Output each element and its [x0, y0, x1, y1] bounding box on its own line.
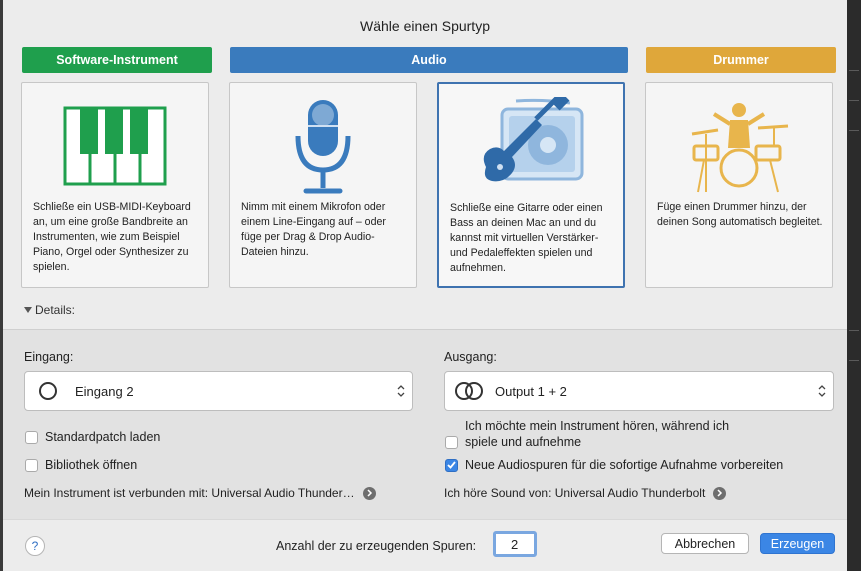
input-mono-icon — [39, 382, 57, 400]
checkbox-box[interactable] — [445, 435, 458, 449]
card-description: Schließe ein USB-MIDI-Keyboard an, um ei… — [33, 201, 191, 273]
monitoring-checkbox[interactable]: spiele und aufnehme — [445, 435, 581, 449]
card-description: Füge einen Drummer hinzu, der deinen Son… — [657, 201, 823, 228]
input-select[interactable]: Eingang 2 — [24, 371, 413, 411]
sound-from-label: Ich höre Sound von: Universal Audio Thun… — [444, 486, 706, 500]
new-track-dialog: Wähle einen Spurtyp Software-Instrument … — [3, 0, 847, 571]
checkbox-box[interactable] — [25, 458, 38, 472]
standard-patch-checkbox[interactable]: Standardpatch laden — [25, 430, 160, 444]
track-card-software-instrument[interactable]: Schließe ein USB-MIDI-Keyboard an, um ei… — [21, 82, 209, 288]
card-description: Schließe eine Gitarre oder einen Bass an… — [450, 202, 603, 274]
open-library-label: Bibliothek öffnen — [45, 458, 138, 472]
output-value: Output 1 + 2 — [495, 383, 567, 399]
input-connection-info[interactable]: Mein Instrument ist verbunden mit: Unive… — [24, 486, 376, 500]
dialog-title: Wähle einen Spurtyp — [360, 18, 490, 34]
guitar-amp-icon — [439, 92, 623, 202]
monitoring-label-line1: Ich möchte mein Instrument hören, währen… — [465, 419, 730, 433]
create-button[interactable]: Erzeugen — [760, 533, 835, 554]
output-select[interactable]: Output 1 + 2 — [444, 371, 834, 411]
monitoring-label-line2: spiele und aufnehme — [465, 435, 582, 449]
input-value: Eingang 2 — [75, 383, 134, 399]
background-window-edge — [847, 0, 861, 571]
checkbox-box[interactable] — [25, 430, 38, 444]
piano-keys-icon — [22, 91, 208, 201]
chevron-updown-icon — [817, 383, 827, 399]
dialog-footer: ? Anzahl der zu erzeugenden Spuren: 2 Ab… — [3, 519, 847, 571]
details-label: Details: — [35, 303, 76, 317]
record-enable-checkbox[interactable]: Neue Audiospuren für die sofortige Aufna… — [445, 458, 783, 472]
help-button[interactable]: ? — [25, 536, 45, 556]
track-card-guitar-bass[interactable]: Schließe eine Gitarre oder einen Bass an… — [437, 82, 625, 288]
category-software-instrument[interactable]: Software-Instrument — [22, 47, 212, 73]
arrow-right-circle-icon[interactable] — [713, 486, 727, 500]
details-panel: Eingang: Eingang 2 Ausgang: Output 1 + 2… — [3, 329, 847, 520]
checkbox-box-checked[interactable] — [445, 458, 458, 472]
checkmark-icon — [447, 461, 456, 469]
chevron-updown-icon — [396, 383, 406, 399]
arrow-right-circle-icon[interactable] — [362, 486, 376, 500]
output-label: Ausgang: — [444, 350, 497, 364]
connection-label: Mein Instrument ist verbunden mit: Unive… — [24, 486, 355, 500]
microphone-icon — [230, 91, 416, 201]
category-drummer[interactable]: Drummer — [646, 47, 836, 73]
disclosure-triangle-icon — [24, 307, 32, 313]
track-card-drummer[interactable]: Füge einen Drummer hinzu, der deinen Son… — [645, 82, 833, 288]
open-library-checkbox[interactable]: Bibliothek öffnen — [25, 458, 137, 472]
standard-patch-label: Standardpatch laden — [45, 430, 161, 444]
category-audio[interactable]: Audio — [230, 47, 628, 73]
input-label: Eingang: — [24, 350, 74, 364]
output-stereo-icon — [455, 382, 483, 400]
track-card-microphone[interactable]: Nimm mit einem Mikrofon oder einem Line-… — [229, 82, 417, 288]
card-description: Nimm mit einem Mikrofon oder einem Line-… — [241, 201, 386, 258]
cancel-button[interactable]: Abbrechen — [661, 533, 749, 554]
track-count-input[interactable]: 2 — [493, 531, 537, 557]
drummer-icon — [646, 91, 832, 201]
details-disclosure[interactable]: Details: — [24, 303, 75, 317]
record-enable-label: Neue Audiospuren für die sofortige Aufna… — [465, 458, 784, 472]
output-sound-info[interactable]: Ich höre Sound von: Universal Audio Thun… — [444, 486, 727, 500]
track-count-label: Anzahl der zu erzeugenden Spuren: — [276, 539, 477, 553]
